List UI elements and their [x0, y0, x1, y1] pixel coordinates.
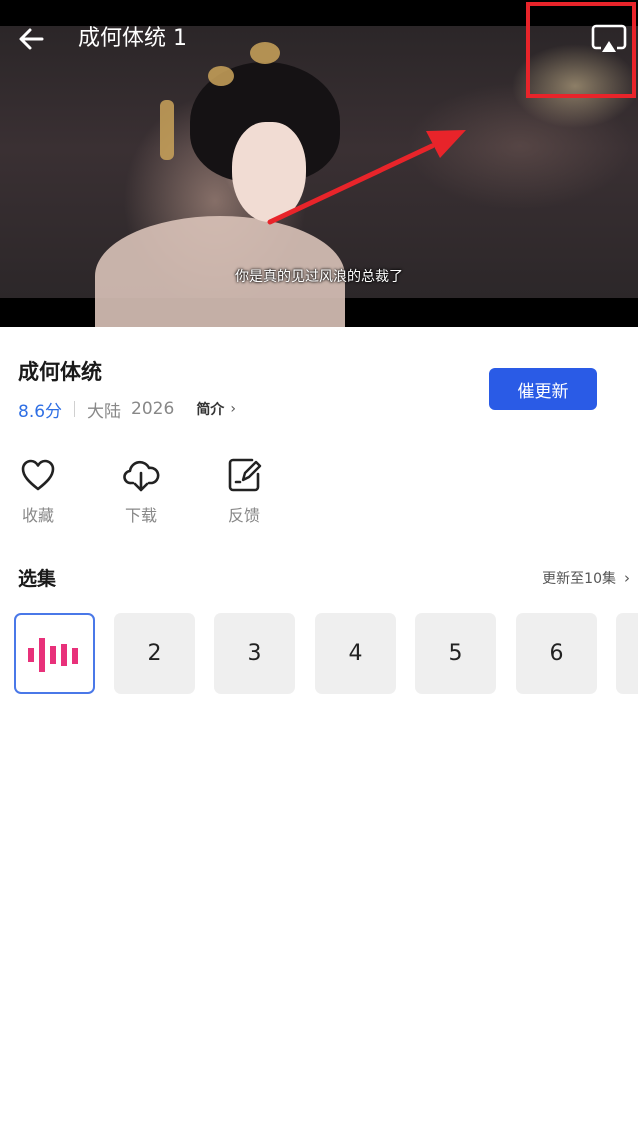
- video-figure-face: [232, 122, 306, 222]
- episode-item[interactable]: 5: [415, 613, 496, 694]
- feedback-button[interactable]: 反馈: [214, 456, 274, 526]
- video-title: 成何体统 1: [78, 26, 187, 51]
- video-player[interactable]: 你是真的见过风浪的总裁了 成何体统 1: [0, 0, 638, 327]
- download-button[interactable]: 下载: [111, 456, 171, 526]
- video-subtitle: 你是真的见过风浪的总裁了: [235, 269, 403, 285]
- show-meta: 8.6分 大陆 2026 简介 ›: [18, 397, 236, 422]
- episodes-update-status: 更新至10集: [542, 571, 616, 587]
- request-update-button[interactable]: 催更新: [489, 368, 597, 410]
- cast-button[interactable]: [590, 22, 628, 56]
- screen-cast-icon: [591, 24, 627, 52]
- episode-item[interactable]: 3: [214, 613, 295, 694]
- chevron-right-icon: ›: [624, 569, 630, 587]
- heart-icon: [21, 459, 55, 491]
- meta-divider: [74, 401, 76, 417]
- episode-list: 2 3 4 5 6: [14, 613, 638, 694]
- episode-item[interactable]: 4: [315, 613, 396, 694]
- intro-label: 简介: [196, 402, 225, 418]
- chevron-right-icon: ›: [230, 401, 236, 417]
- show-title: 成何体统: [18, 360, 102, 384]
- download-label: 下载: [124, 506, 157, 525]
- feedback-label: 反馈: [227, 506, 260, 525]
- back-button[interactable]: [16, 24, 46, 54]
- player-top-bar: 成何体统 1: [0, 0, 638, 76]
- show-region: 大陆: [87, 401, 122, 422]
- episodes-more-link[interactable]: 更新至10集 ›: [542, 568, 630, 588]
- now-playing-bars-icon: [27, 637, 78, 672]
- episode-item-partial[interactable]: [616, 613, 638, 694]
- rating-score: 8.6分: [18, 401, 63, 422]
- episode-item[interactable]: 2: [114, 613, 195, 694]
- episode-item[interactable]: 6: [516, 613, 597, 694]
- show-year: 2026: [131, 399, 175, 419]
- favorite-label: 收藏: [21, 506, 54, 525]
- intro-link[interactable]: 简介 ›: [196, 399, 236, 419]
- arrow-left-icon: [19, 28, 44, 50]
- cloud-download-icon: [123, 460, 160, 492]
- episode-item-1-playing[interactable]: [14, 613, 95, 694]
- episodes-heading: 选集: [18, 568, 57, 590]
- feedback-edit-icon: [228, 458, 262, 492]
- favorite-button[interactable]: 收藏: [8, 456, 68, 526]
- hair-ornament: [160, 100, 174, 160]
